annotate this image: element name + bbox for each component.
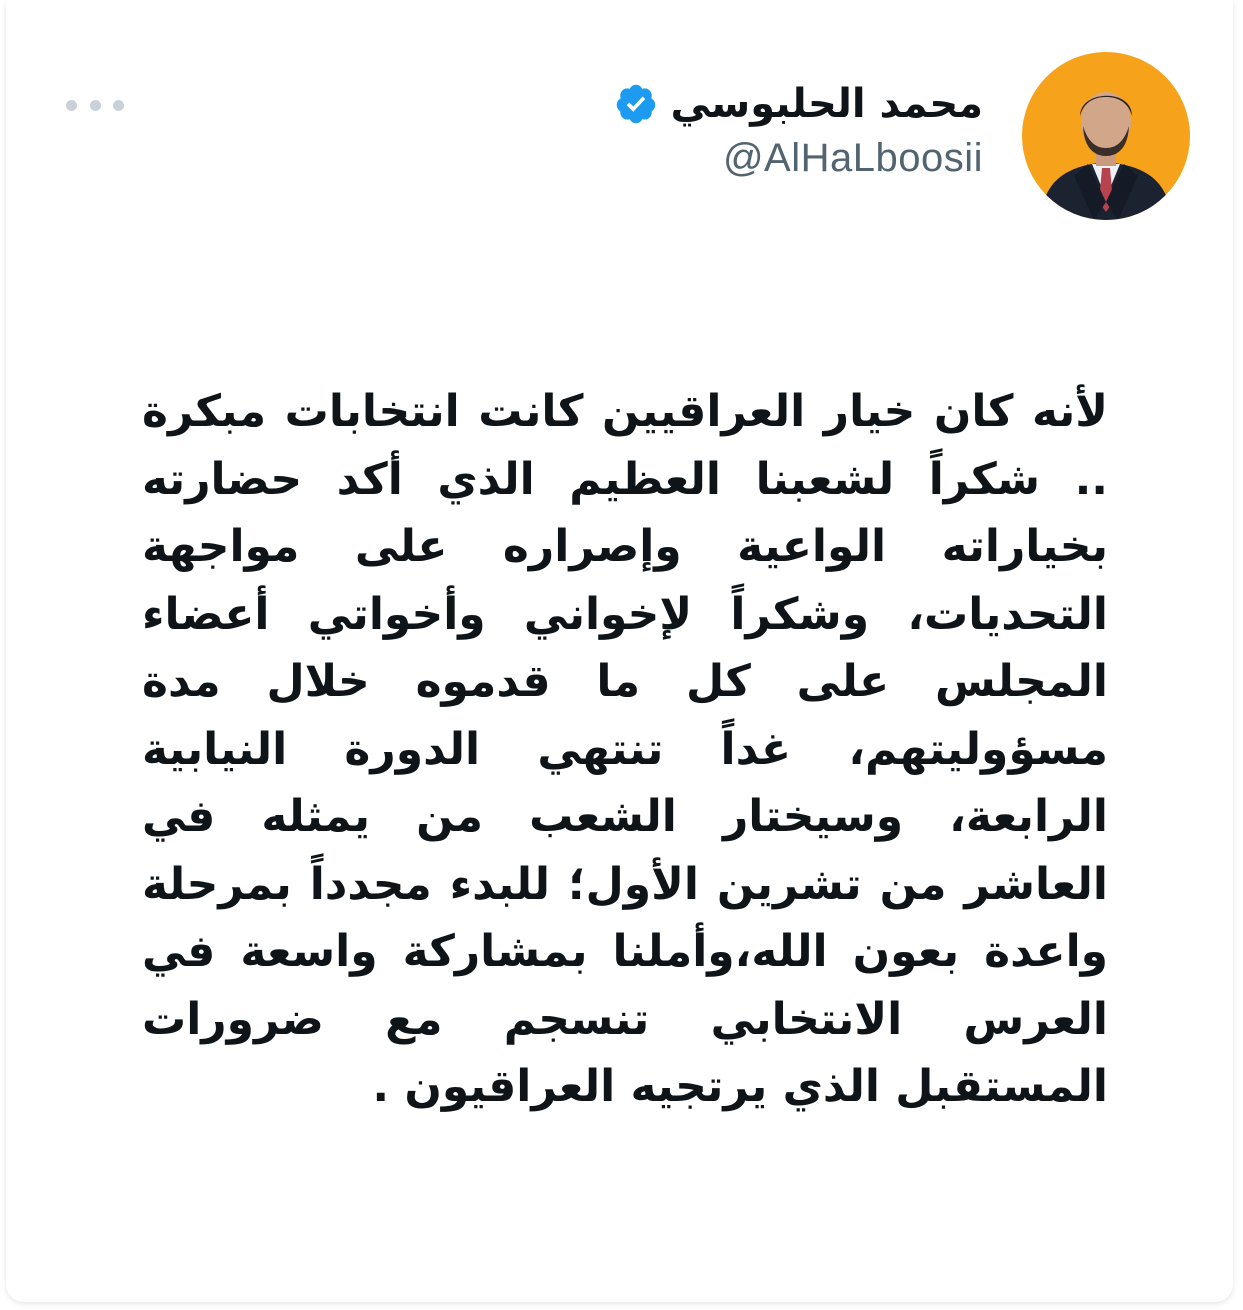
profile-photo-icon bbox=[1022, 52, 1190, 220]
tweet-text: لأنه كان خيار العراقيين كانت انتخابات مب… bbox=[142, 386, 1108, 1112]
more-options-dot bbox=[89, 99, 101, 111]
more-options-button[interactable] bbox=[66, 92, 124, 118]
author-name-row: محمد الحلبوسي bbox=[614, 76, 983, 132]
more-options-dot bbox=[66, 99, 77, 111]
author-display-name[interactable]: محمد الحلبوسي bbox=[670, 81, 983, 127]
verified-badge-icon bbox=[617, 84, 656, 124]
author-block: محمد الحلبوسي @AlHaLboosii bbox=[614, 76, 983, 181]
avatar[interactable] bbox=[1022, 52, 1190, 220]
author-handle[interactable]: @AlHaLboosii bbox=[614, 136, 983, 181]
tweet-card: محمد الحلبوسي @AlHaLboosii لأنه كان خيار… bbox=[6, 0, 1233, 1302]
more-options-dot bbox=[113, 99, 124, 111]
